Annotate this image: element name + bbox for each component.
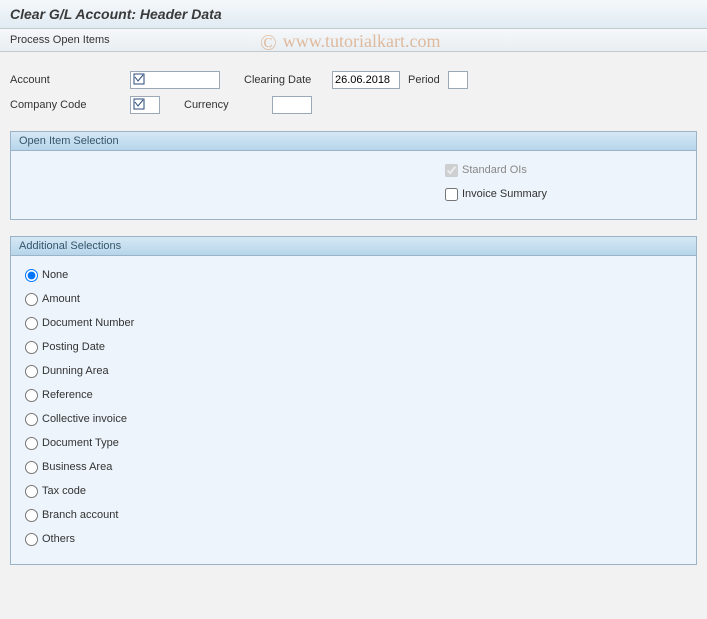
additional-selection-radio[interactable]: [25, 341, 38, 354]
additional-selection-radio[interactable]: [25, 269, 38, 282]
additional-selection-radio[interactable]: [25, 437, 38, 450]
invoice-summary-checkbox[interactable]: [445, 188, 458, 201]
additional-selection-radio[interactable]: [25, 485, 38, 498]
open-item-selection-title: Open Item Selection: [11, 132, 696, 151]
additional-selection-label: Branch account: [42, 509, 118, 521]
additional-selection-radio[interactable]: [25, 509, 38, 522]
currency-input[interactable]: [272, 96, 312, 114]
period-label: Period: [408, 74, 448, 86]
additional-selection-label: None: [42, 269, 68, 281]
additional-selection-label: Others: [42, 533, 75, 545]
additional-selection-label: Document Type: [42, 437, 119, 449]
additional-selection-label: Dunning Area: [42, 365, 109, 377]
company-code-label: Company Code: [10, 99, 130, 111]
additional-selection-label: Collective invoice: [42, 413, 127, 425]
additional-selection-radio[interactable]: [25, 317, 38, 330]
additional-selection-label: Amount: [42, 293, 80, 305]
additional-selections-title: Additional Selections: [11, 237, 696, 256]
account-input[interactable]: [130, 71, 220, 89]
toolbar: Process Open Items: [0, 29, 707, 52]
additional-selection-radio[interactable]: [25, 461, 38, 474]
open-item-selection-group: Open Item Selection Standard OIs Invoice…: [10, 131, 697, 220]
additional-selection-label: Tax code: [42, 485, 86, 497]
standard-ois-label: Standard OIs: [462, 164, 527, 176]
additional-selections-group: Additional Selections None Amount Document…: [10, 236, 697, 565]
company-code-input[interactable]: [130, 96, 160, 114]
account-label: Account: [10, 74, 130, 86]
additional-selection-radio[interactable]: [25, 533, 38, 546]
additional-selection-label: Business Area: [42, 461, 112, 473]
additional-selection-radio[interactable]: [25, 365, 38, 378]
standard-ois-checkbox: [445, 164, 458, 177]
clearing-date-label: Clearing Date: [244, 74, 332, 86]
additional-selection-radio[interactable]: [25, 293, 38, 306]
additional-selection-label: Document Number: [42, 317, 134, 329]
additional-selection-radio[interactable]: [25, 413, 38, 426]
process-open-items-button[interactable]: Process Open Items: [10, 34, 110, 46]
clearing-date-input[interactable]: [332, 71, 400, 89]
invoice-summary-label: Invoice Summary: [462, 188, 547, 200]
period-input[interactable]: [448, 71, 468, 89]
additional-selection-label: Reference: [42, 389, 93, 401]
currency-label: Currency: [184, 99, 272, 111]
additional-selection-radio[interactable]: [25, 389, 38, 402]
additional-selection-label: Posting Date: [42, 341, 105, 353]
page-title: Clear G/L Account: Header Data: [0, 0, 707, 29]
